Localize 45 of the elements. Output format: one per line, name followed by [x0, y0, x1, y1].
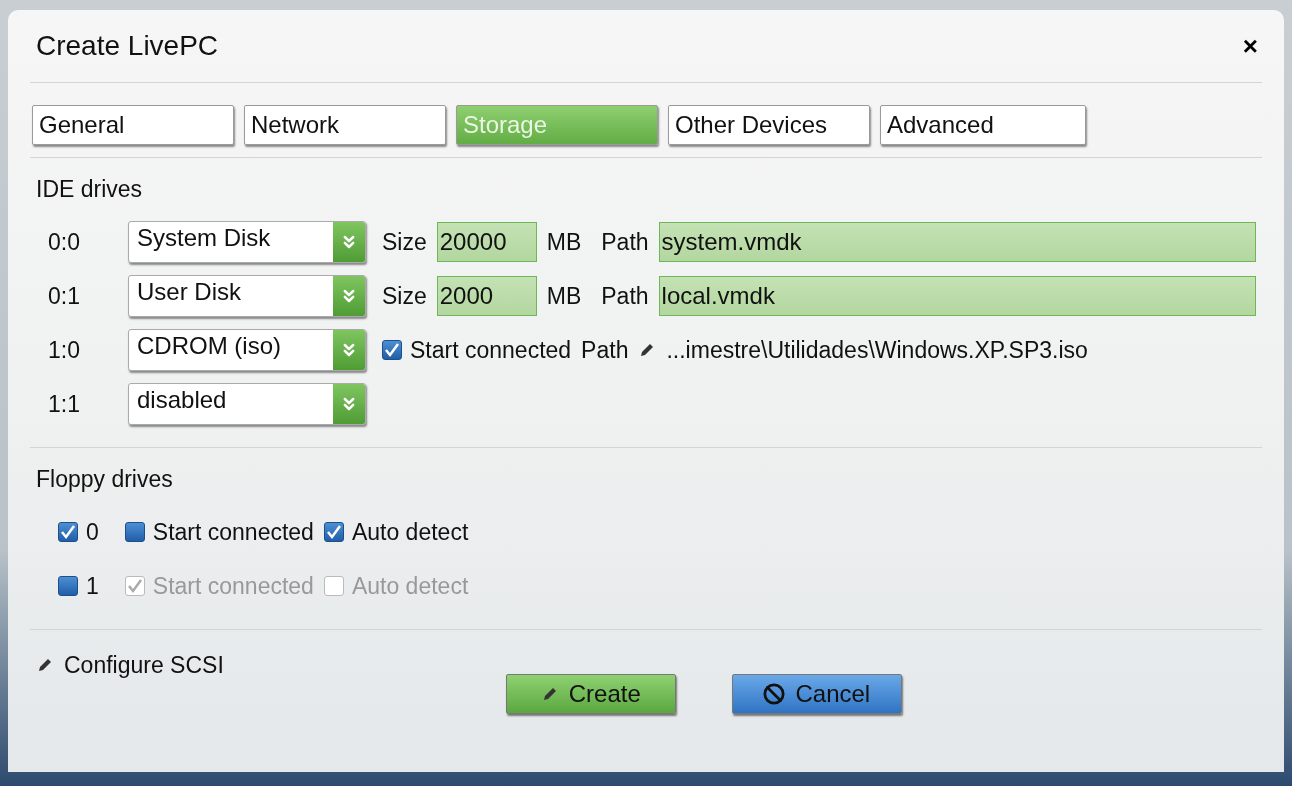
size-label: Size: [382, 228, 427, 256]
dialog-title: Create LivePC: [35, 30, 219, 62]
checkbox-label: Auto detect: [351, 518, 469, 546]
size-label: Size: [382, 282, 427, 310]
drive-slot-label: 0:0: [47, 228, 81, 256]
path-input[interactable]: system.vmdk: [658, 222, 1256, 262]
tab[interactable]: Other Devices: [668, 105, 870, 145]
drive-slot-label: 1:1: [47, 390, 81, 418]
size-input[interactable]: 20000: [436, 222, 537, 262]
checkbox[interactable]: [58, 522, 78, 542]
close-button[interactable]: ×: [1238, 30, 1262, 62]
checkbox[interactable]: [124, 522, 145, 542]
checkbox-label: 1: [86, 572, 99, 600]
checkbox[interactable]: [58, 576, 78, 596]
path-label: Path: [601, 282, 649, 310]
tab[interactable]: General: [32, 105, 234, 145]
unit-label: MB: [546, 228, 582, 256]
pencil-icon: [36, 656, 54, 674]
path-label: Path: [601, 228, 649, 256]
configure-scsi-link[interactable]: Configure SCSI: [36, 650, 224, 680]
section-title: Floppy drives: [36, 466, 174, 493]
drive-type-dropdown[interactable]: disabled: [128, 383, 366, 425]
cancel-button[interactable]: Cancel: [731, 674, 902, 714]
drive-type-dropdown[interactable]: CDROM (iso): [128, 329, 366, 371]
path-label: Path: [581, 336, 629, 364]
drive-type-dropdown[interactable]: System Disk: [128, 221, 366, 263]
checkbox-label: Start connected: [410, 336, 572, 364]
checkbox[interactable]: [382, 340, 402, 360]
checkbox-label: Start connected: [152, 572, 314, 600]
drive-slot-label: 1:0: [47, 336, 81, 364]
drive-type-dropdown[interactable]: User Disk: [128, 275, 366, 317]
size-input[interactable]: 2000: [436, 276, 537, 316]
checkbox[interactable]: [323, 522, 344, 542]
checkbox-label: Auto detect: [351, 572, 469, 600]
checkbox-label: Start connected: [152, 518, 314, 546]
unit-label: MB: [546, 282, 582, 310]
path-text: ...imestre\Utilidades\Windows.XP.SP3.iso: [666, 336, 1088, 364]
checkbox-label: 0: [86, 518, 99, 546]
tab[interactable]: Network: [244, 105, 446, 145]
drive-slot-label: 0:1: [47, 282, 81, 310]
path-input[interactable]: local.vmdk: [658, 276, 1256, 316]
tab[interactable]: Advanced: [880, 105, 1086, 145]
section-title: IDE drives: [36, 176, 144, 203]
create-button[interactable]: Create: [505, 674, 676, 714]
prohibited-icon: [763, 683, 786, 705]
